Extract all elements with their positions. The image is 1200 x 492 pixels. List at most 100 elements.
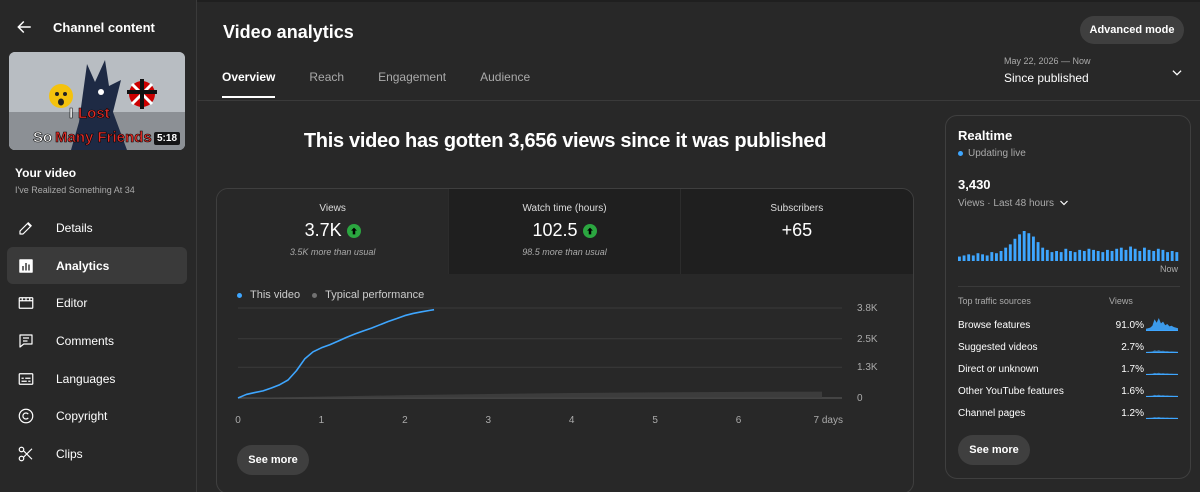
x-tick-label: 4 bbox=[569, 415, 575, 426]
sidebar-item-editor[interactable]: Editor bbox=[7, 284, 187, 322]
this-video-line bbox=[237, 308, 435, 399]
sidebar-item-languages[interactable]: Languages bbox=[7, 360, 187, 398]
realtime-range-selector[interactable]: Views · Last 48 hours bbox=[958, 197, 1070, 209]
metric-label: Subscribers bbox=[770, 203, 824, 214]
sidebar-item-comments[interactable]: Comments bbox=[7, 322, 187, 360]
realtime-bar bbox=[1110, 251, 1114, 261]
chevron-down-icon bbox=[1058, 197, 1070, 209]
metric-watch-time[interactable]: Watch time (hours) 102.5 98.5 more than … bbox=[448, 189, 680, 274]
video-thumbnail[interactable]: I Lost So Many Friends 5:18 bbox=[9, 52, 185, 150]
y-tick-label: 3.8K bbox=[857, 303, 878, 314]
sparkline-area bbox=[1146, 318, 1178, 331]
traffic-sparkline bbox=[1146, 350, 1178, 353]
realtime-range-text: Views · Last 48 hours bbox=[958, 197, 1054, 209]
sidebar-item-label: Languages bbox=[56, 371, 116, 386]
see-more-button[interactable]: See more bbox=[237, 445, 309, 475]
traffic-source-row[interactable]: Suggested videos 2.7% bbox=[958, 336, 1188, 358]
sidebar-item-label: Clips bbox=[56, 446, 83, 461]
traffic-source-row[interactable]: Channel pages 1.2% bbox=[958, 402, 1188, 424]
traffic-sparkline bbox=[1146, 372, 1178, 375]
tab-engagement[interactable]: Engagement bbox=[378, 70, 446, 98]
advanced-mode-button[interactable]: Advanced mode bbox=[1080, 16, 1184, 44]
realtime-bar bbox=[1045, 249, 1049, 261]
tab-audience[interactable]: Audience bbox=[480, 70, 530, 98]
traffic-source-pct: 1.2% bbox=[1121, 407, 1144, 419]
subtitles-icon bbox=[16, 369, 36, 389]
traffic-source-name: Browse features bbox=[958, 319, 1031, 331]
overview-card: Views 3.7K 3.5K more than usual Watch ti… bbox=[216, 188, 914, 492]
your-video-label: Your video bbox=[15, 166, 77, 180]
realtime-bar bbox=[985, 255, 989, 261]
views-chart[interactable]: 0 1.3K 2.5K 3.8K 0 1 2 3 4 5 6 7 days bbox=[217, 299, 914, 434]
x-tick-label: 1 bbox=[319, 415, 325, 426]
tab-bar: Overview Reach Engagement Audience bbox=[222, 70, 564, 98]
realtime-bar bbox=[1036, 242, 1040, 261]
traffic-source-name: Direct or unknown bbox=[958, 363, 1039, 375]
traffic-sources-title: Top traffic sources bbox=[958, 296, 1031, 306]
legend-dot bbox=[237, 292, 242, 298]
realtime-bar bbox=[1013, 238, 1017, 261]
video-title: I've Realized Something At 34 bbox=[15, 185, 135, 195]
realtime-see-more-button[interactable]: See more bbox=[958, 435, 1030, 465]
realtime-title: Realtime bbox=[958, 128, 1013, 143]
summary-headline: This video has gotten 3,656 views since … bbox=[303, 130, 827, 152]
realtime-bar bbox=[976, 253, 980, 261]
y-tick-label: 1.3K bbox=[857, 362, 878, 373]
back-arrow-icon[interactable] bbox=[12, 15, 36, 39]
sidebar: Channel content I Lost So Many Friends 5… bbox=[0, 0, 197, 492]
realtime-bar bbox=[1119, 247, 1123, 261]
realtime-bar bbox=[990, 252, 994, 261]
traffic-source-pct: 2.7% bbox=[1121, 341, 1144, 353]
traffic-source-pct: 91.0% bbox=[1115, 319, 1144, 331]
realtime-bar bbox=[1166, 252, 1169, 261]
traffic-source-row[interactable]: Direct or unknown 1.7% bbox=[958, 358, 1188, 380]
date-range-picker[interactable]: May 22, 2026 — Now Since published bbox=[1004, 56, 1184, 92]
metric-value-row: +65 bbox=[681, 220, 913, 241]
pencil-icon bbox=[16, 218, 36, 238]
tab-divider bbox=[198, 100, 1200, 101]
metric-subscribers[interactable]: Subscribers +65 bbox=[679, 189, 913, 274]
page-title: Video analytics bbox=[223, 22, 354, 42]
sidebar-item-analytics[interactable]: Analytics bbox=[7, 246, 187, 285]
realtime-bar bbox=[1106, 249, 1109, 261]
video-duration: 5:18 bbox=[153, 132, 180, 145]
copyright-icon bbox=[16, 406, 36, 426]
realtime-bar bbox=[1156, 248, 1160, 261]
realtime-bar bbox=[1073, 252, 1077, 261]
typical-performance-area bbox=[238, 391, 822, 398]
realtime-bar bbox=[1152, 251, 1156, 261]
sidebar-item-label: Analytics bbox=[56, 258, 110, 273]
svg-text:Lost: Lost bbox=[78, 105, 110, 122]
realtime-bar bbox=[1008, 244, 1012, 261]
realtime-bar bbox=[1129, 246, 1132, 261]
realtime-status: Updating live bbox=[958, 148, 1026, 159]
realtime-status-text: Updating live bbox=[968, 148, 1026, 159]
sidebar-header: Channel content bbox=[12, 14, 155, 40]
realtime-bar bbox=[1138, 251, 1142, 261]
realtime-bar bbox=[1115, 248, 1119, 261]
metric-comparison: 98.5 more than usual bbox=[522, 247, 607, 257]
tab-overview[interactable]: Overview bbox=[222, 70, 276, 98]
traffic-source-row[interactable]: Other YouTube features 1.6% bbox=[958, 380, 1188, 402]
realtime-bar bbox=[1041, 247, 1045, 261]
realtime-bar bbox=[1133, 248, 1137, 261]
sidebar-item-label: Comments bbox=[56, 333, 115, 348]
traffic-source-row[interactable]: Browse features 91.0% bbox=[958, 314, 1188, 336]
sidebar-item-details[interactable]: Details bbox=[7, 209, 187, 247]
traffic-sparkline bbox=[1146, 394, 1178, 397]
realtime-bar bbox=[1092, 249, 1095, 261]
x-tick-label: 7 days bbox=[814, 415, 843, 426]
sidebar-item-clips[interactable]: Clips bbox=[7, 435, 187, 473]
date-range-value: Since published bbox=[1004, 71, 1089, 85]
realtime-bar bbox=[1175, 252, 1179, 261]
realtime-bar bbox=[1101, 252, 1105, 261]
sidebar-item-copyright[interactable]: Copyright bbox=[7, 397, 187, 435]
realtime-bar bbox=[1161, 249, 1165, 261]
realtime-bar bbox=[1078, 249, 1082, 261]
sidebar-item-label: Details bbox=[56, 220, 93, 235]
metric-views[interactable]: Views 3.7K 3.5K more than usual bbox=[217, 189, 449, 274]
tab-reach[interactable]: Reach bbox=[309, 70, 344, 98]
sidebar-item-label: Copyright bbox=[56, 409, 108, 424]
realtime-bar-chart[interactable] bbox=[958, 228, 1180, 261]
traffic-source-name: Suggested videos bbox=[958, 341, 1038, 353]
